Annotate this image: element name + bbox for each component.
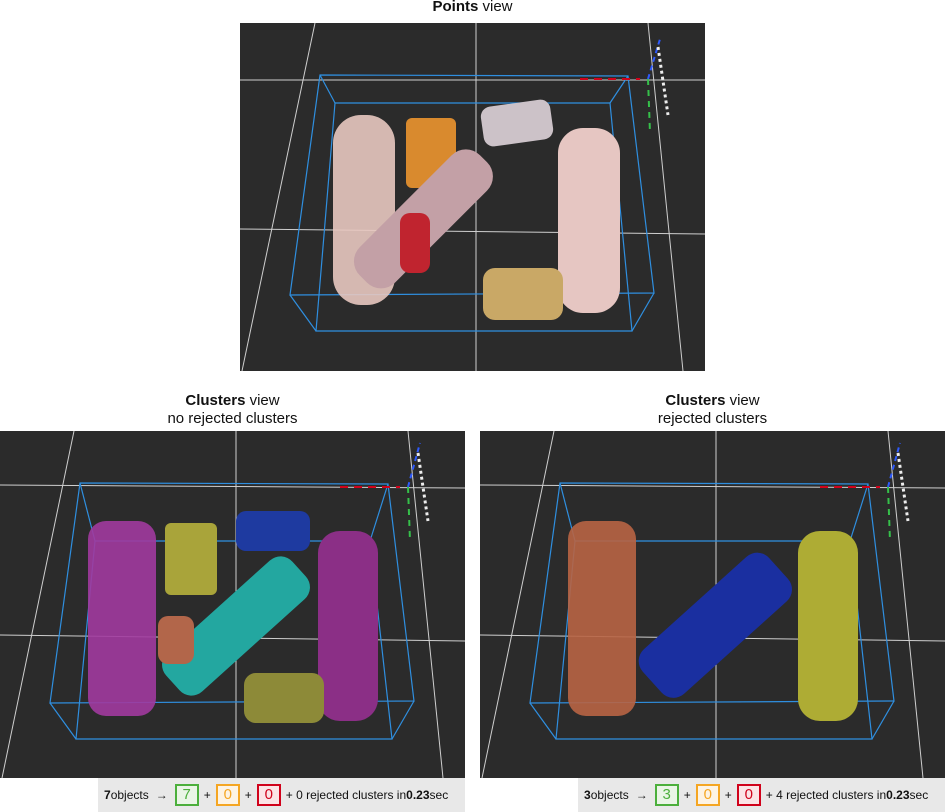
right-failed-count-badge: 0 <box>736 784 761 806</box>
right-arrow-icon: → <box>635 788 648 802</box>
points-scene <box>240 23 705 371</box>
right-title-bold: Clusters <box>665 392 726 409</box>
right-clusters-title: Clusters view rejected clusters <box>480 392 945 428</box>
left-clusters-title: Clusters view no rejected clusters <box>0 392 465 428</box>
right-time-unit: sec <box>909 788 929 802</box>
right-objects-label: objects <box>590 788 629 802</box>
left-plus-1: + <box>203 788 211 802</box>
left-status-bar: 7 objects → 7 + 0 + 0 + 0 rejected clust… <box>98 778 465 812</box>
cluster-objects <box>88 511 378 723</box>
left-rejected-text: + 0 rejected clusters in <box>285 788 407 802</box>
left-time-unit: sec <box>429 788 449 802</box>
left-accepted-count-badge: 7 <box>174 784 199 806</box>
clusters-scene-left <box>0 431 465 778</box>
cluster-objects <box>568 521 858 721</box>
right-time-value: 0.23 <box>886 788 910 802</box>
axis-gizmo <box>340 442 430 542</box>
left-failed-count-badge: 0 <box>256 784 281 806</box>
left-subtitle: no rejected clusters <box>167 410 298 427</box>
right-uncertain-count-badge: 0 <box>695 784 720 806</box>
clusters-viewport-left[interactable] <box>0 431 465 778</box>
left-objects-label: objects <box>110 788 149 802</box>
clusters-viewport-right[interactable] <box>480 431 945 778</box>
right-accepted-count-badge: 3 <box>654 784 679 806</box>
points-view-title-bold: Points <box>432 0 479 15</box>
left-arrow-icon: → <box>155 788 168 802</box>
clusters-scene-right <box>480 431 945 778</box>
points-view-title-rest: view <box>478 0 513 15</box>
points-viewport[interactable] <box>240 23 705 371</box>
right-status-bar: 3 objects → 3 + 0 + 0 + 4 rejected clust… <box>578 778 945 812</box>
left-uncertain-count-badge: 0 <box>215 784 240 806</box>
left-time-value: 0.23 <box>406 788 430 802</box>
left-title-rest: view <box>245 392 280 409</box>
right-plus-1: + <box>683 788 691 802</box>
left-title-bold: Clusters <box>185 392 246 409</box>
right-plus-2: + <box>724 788 732 802</box>
left-plus-2: + <box>244 788 252 802</box>
points-view-title: Points view <box>240 0 705 16</box>
axis-gizmo <box>820 442 910 542</box>
right-object-count: 3 <box>584 788 591 802</box>
left-object-count: 7 <box>104 788 111 802</box>
right-rejected-text: + 4 rejected clusters in <box>765 788 887 802</box>
right-subtitle: rejected clusters <box>657 410 768 427</box>
right-title-rest: view <box>725 392 760 409</box>
